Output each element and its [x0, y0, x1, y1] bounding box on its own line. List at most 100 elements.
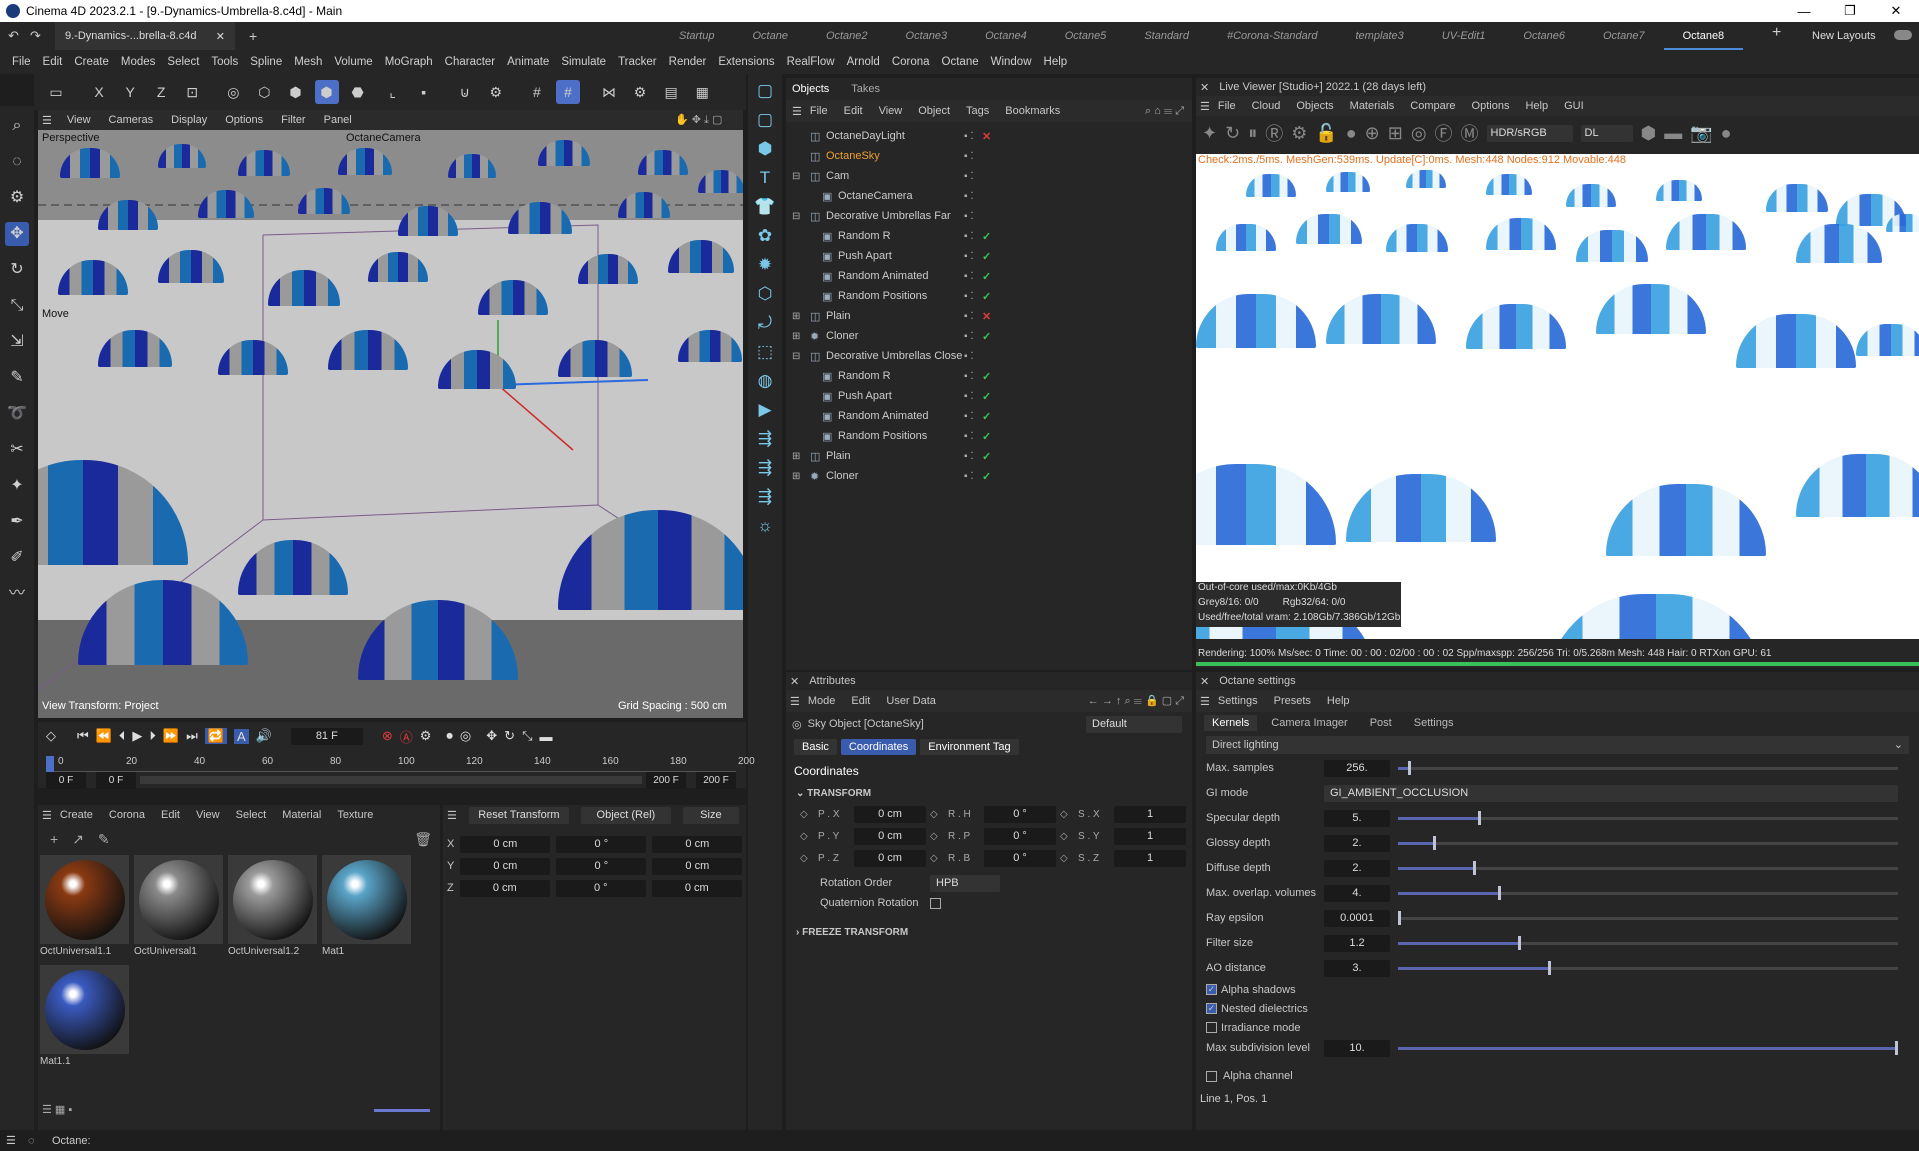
go-to-start-icon[interactable]: ⏮	[77, 728, 89, 744]
octane-param-field[interactable]: 2.	[1324, 859, 1390, 877]
menu-corona[interactable]: Corona	[886, 56, 936, 68]
add-icon[interactable]: ⊕	[1365, 123, 1380, 144]
loop-icon[interactable]: 🔁	[204, 728, 227, 744]
preview-range-bar[interactable]	[140, 776, 642, 784]
deformer-icon[interactable]: ⬡	[753, 282, 777, 306]
camera-box-icon[interactable]: ⬚	[753, 340, 777, 364]
prev-frame-icon[interactable]: ⏴	[119, 728, 126, 744]
kernel-dropdown[interactable]: DL	[1580, 124, 1633, 142]
attributes-tab-coordinates[interactable]: Coordinates	[840, 739, 917, 755]
menu-arnold[interactable]: Arnold	[841, 56, 886, 68]
visibility-toggle[interactable]: ▪ ⁚	[964, 411, 974, 422]
objects-menu-edit[interactable]: Edit	[836, 105, 871, 117]
object-row[interactable]: ▣ Random Animated ▪ ⁚ ✓	[786, 406, 1192, 426]
menu-render[interactable]: Render	[663, 56, 713, 68]
y-axis-lock-icon[interactable]: Y	[118, 80, 142, 104]
octane-param-slider[interactable]	[1398, 835, 1898, 850]
rotation-order-dropdown[interactable]: HPB	[930, 874, 1000, 892]
menu-mesh[interactable]: Mesh	[288, 56, 328, 68]
material-menu-select[interactable]: Select	[228, 809, 275, 821]
knife-tool-icon[interactable]: ✂	[5, 438, 29, 462]
objects-hamburger-icon[interactable]: ☰	[792, 105, 802, 118]
move-tool-icon[interactable]: ✥	[5, 222, 29, 246]
motion-record-icon[interactable]: ⏺	[446, 728, 453, 744]
object-row[interactable]: ▣ Push Apart ▪ ⁚ ✓	[786, 246, 1192, 266]
expand-icon[interactable]: ⊞	[792, 331, 804, 342]
menu-animate[interactable]: Animate	[501, 56, 555, 68]
redo-icon[interactable]: ↷	[30, 28, 41, 44]
octane-settings-menu-settings[interactable]: Settings	[1210, 695, 1266, 707]
current-frame-field[interactable]: 81 F	[290, 727, 363, 745]
render-view-icon[interactable]: ▤	[659, 80, 683, 104]
live-viewer-menu-help[interactable]: Help	[1517, 100, 1556, 112]
attributes-menu-user-data[interactable]: User Data	[878, 695, 944, 707]
disabled-x-icon[interactable]: ✕	[982, 310, 991, 323]
live-viewer-menu-compare[interactable]: Compare	[1402, 100, 1463, 112]
viewport-camera-label[interactable]: OctaneCamera	[346, 132, 421, 144]
timeline-ruler[interactable]: 0 20 40 60 80 100 120 140 160 180 200	[46, 756, 755, 772]
layout-tab--corona-standard[interactable]: #Corona-Standard	[1208, 30, 1337, 42]
octane-checkbox[interactable]: ✓	[1206, 984, 1217, 995]
points-mode-icon[interactable]: ⬢	[283, 80, 307, 104]
brush-tool-icon[interactable]: ✎	[5, 366, 29, 390]
object-row[interactable]: ▣ Random Positions ▪ ⁚ ✓	[786, 426, 1192, 446]
octane-param-slider[interactable]	[1398, 885, 1898, 900]
preset-dropdown[interactable]: Default	[1086, 715, 1182, 733]
pen-icon[interactable]: ▢	[753, 108, 777, 132]
3d-viewport[interactable]: Perspective OctaneCamera Move View Trans…	[38, 130, 743, 718]
objects-menu-bookmarks[interactable]: Bookmarks	[997, 105, 1068, 117]
reset-transform-button[interactable]: Reset Transform	[468, 806, 569, 824]
object-row[interactable]: ▣ Random Positions ▪ ⁚ ✓	[786, 286, 1192, 306]
new-layouts-label[interactable]: New Layouts	[1812, 30, 1876, 42]
settings-icon[interactable]: ⚙	[1291, 123, 1307, 144]
transform-param-field[interactable]: 1	[1114, 849, 1186, 867]
eyedropper-icon[interactable]: ✎	[98, 831, 110, 848]
rotation-key-icon[interactable]: ↻	[504, 728, 515, 744]
octane-param-field[interactable]: 5.	[1324, 809, 1390, 827]
attributes-close-icon[interactable]: ✕	[790, 675, 799, 688]
transform-param-field[interactable]: 0 °	[984, 827, 1056, 845]
transform-param-field[interactable]: 0 °	[984, 805, 1056, 823]
material-swatch[interactable]: Mat1.1	[40, 965, 133, 1067]
material-menu-corona[interactable]: Corona	[101, 809, 153, 821]
model-mode-icon[interactable]: ◎	[221, 80, 245, 104]
record-icon[interactable]: ⊗	[382, 728, 393, 744]
layout-tab-octane7[interactable]: Octane7	[1584, 30, 1664, 42]
snap-grid-icon[interactable]: #	[555, 80, 580, 104]
next-key-icon[interactable]: ⏩	[163, 728, 179, 744]
visibility-toggle[interactable]: ▪ ⁚	[964, 451, 974, 462]
restart-render-icon[interactable]: ↻	[1225, 123, 1240, 144]
keyframe-diamond-icon[interactable]: ◇	[800, 831, 812, 842]
octane-param-slider[interactable]	[1398, 960, 1898, 975]
menu-character[interactable]: Character	[439, 56, 502, 68]
coord-field[interactable]: 0 °	[556, 857, 647, 875]
close-window-button[interactable]: ✕	[1873, 0, 1919, 22]
attributes-tab-environment-tag[interactable]: Environment Tag	[920, 739, 1019, 755]
render-region-icon[interactable]: ▦	[690, 80, 714, 104]
enabled-check-icon[interactable]: ✓	[982, 250, 991, 263]
enabled-check-icon[interactable]: ✓	[982, 410, 991, 423]
object-row[interactable]: ▣ Random R ▪ ⁚ ✓	[786, 366, 1192, 386]
cube-icon[interactable]: ▢	[753, 79, 777, 103]
max-subdiv-field[interactable]: 10.	[1324, 1039, 1390, 1057]
magnet-icon[interactable]: ⊍	[453, 80, 477, 104]
layouts-toggle[interactable]	[1894, 30, 1912, 40]
display-icon[interactable]: ▬	[1664, 123, 1682, 144]
live-viewer-menu-options[interactable]: Options	[1464, 100, 1518, 112]
octane-param-field[interactable]: 0.0001	[1324, 909, 1390, 927]
octane-settings-menu-presets[interactable]: Presets	[1266, 695, 1319, 707]
cube-solid-icon[interactable]: ⬢	[753, 137, 777, 161]
menu-select[interactable]: Select	[161, 56, 205, 68]
slider-knob[interactable]	[1478, 810, 1481, 825]
menu-octane[interactable]: Octane	[936, 56, 985, 68]
octane-param-slider[interactable]	[1398, 910, 1898, 925]
objects-menu-object[interactable]: Object	[910, 105, 958, 117]
attributes-nav-icons[interactable]: ← → ↑ ⌕ ☰ 🔒 ▢ ⤢	[1088, 694, 1184, 708]
object-row[interactable]: ◫ OctaneDayLight ▪ ⁚ ✕	[786, 126, 1192, 146]
transform-param-field[interactable]: 0 °	[984, 849, 1056, 867]
polygon-mode-icon[interactable]: ⬢	[314, 80, 339, 104]
viewport-nav-icons[interactable]: ✋ ✥ ⤓ ▢	[666, 113, 731, 127]
objects-menu-view[interactable]: View	[871, 105, 911, 117]
menu-volume[interactable]: Volume	[328, 56, 378, 68]
play-icon[interactable]: ▶	[132, 728, 142, 744]
